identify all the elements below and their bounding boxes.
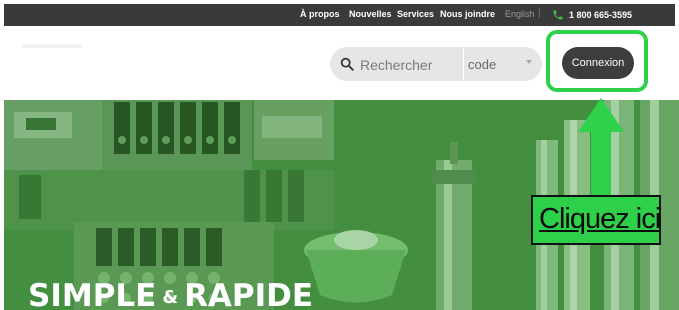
search-icon[interactable] xyxy=(340,57,354,71)
language-switch-link[interactable]: English xyxy=(505,9,535,19)
hero-title: SIMPLE & RAPIDE xyxy=(28,278,313,310)
nav-link-nous-joindre[interactable]: Nous joindre xyxy=(440,9,495,19)
annotation-label-text: Cliquez ici xyxy=(539,203,661,235)
phone-icon xyxy=(553,10,563,20)
search-mode-select[interactable]: code xyxy=(468,57,496,72)
hero-title-rapide: RAPIDE xyxy=(184,278,314,310)
logo xyxy=(22,44,82,48)
chevron-down-icon[interactable] xyxy=(526,60,532,64)
top-utility-bar: À propos Nouvelles Services Nous joindre… xyxy=(4,4,675,26)
separator: | xyxy=(538,8,541,19)
nav-link-nouvelles[interactable]: Nouvelles xyxy=(349,9,392,19)
annotation-arrow-up-icon xyxy=(578,98,624,196)
annotation-highlight-box xyxy=(546,30,648,92)
nav-link-services[interactable]: Services xyxy=(397,9,434,19)
annotation-label: Cliquez ici xyxy=(531,195,661,245)
nav-link-a-propos[interactable]: À propos xyxy=(300,9,340,19)
hero-title-ampersand: & xyxy=(162,287,179,308)
phone-link[interactable]: 1 800 665-3595 xyxy=(552,7,632,23)
phone-number: 1 800 665-3595 xyxy=(569,10,633,20)
search-divider xyxy=(463,47,464,81)
hero-title-simple: SIMPLE xyxy=(28,278,157,310)
search-input[interactable]: Rechercher xyxy=(360,57,432,73)
